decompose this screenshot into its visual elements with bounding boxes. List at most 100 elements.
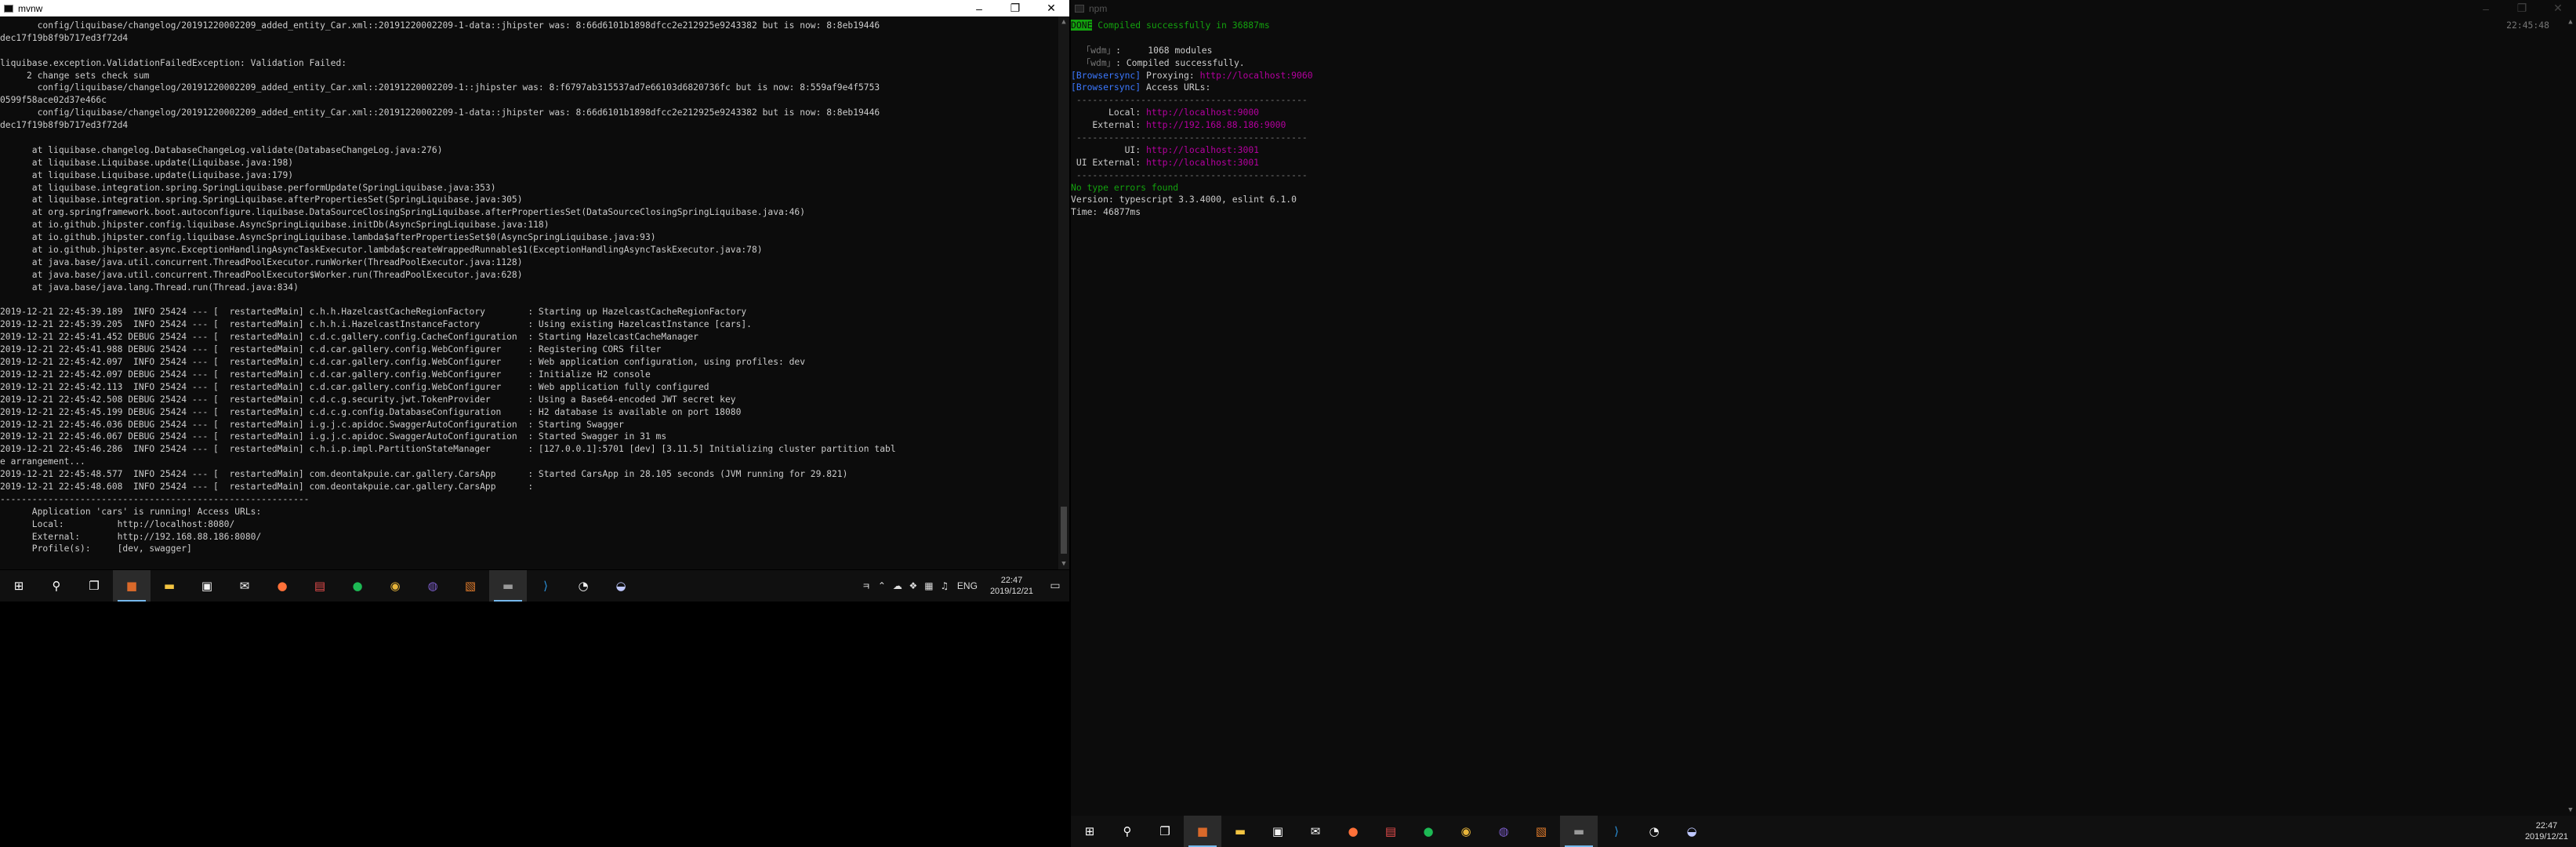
right-terminal-output[interactable]: DONE Compiled successfully in 36887ms 22:…: [1071, 16, 2565, 816]
taskbar-button-store[interactable]: ▣: [1259, 816, 1297, 847]
left-taskbar[interactable]: ⊞ ⚲ ❐ ■ ▬ ▣ ✉ ● ▤ ● ◉ ◍ ▧ ▬ ⟩ ◔ ◒ ㅋ ⌃ ☁ ❖ ▦ ♫ ENG 22:47 2019/…: [0, 570, 1069, 602]
taskbar-button-app-orange[interactable]: ■: [113, 570, 151, 602]
taskbar-button-media-app[interactable]: ◍: [414, 570, 452, 602]
taskbar-button-store[interactable]: ▣: [188, 570, 226, 602]
close-icon[interactable]: ✕: [1033, 0, 1069, 16]
taskbar-button-spotify[interactable]: ●: [339, 570, 376, 602]
media-app-icon: ◍: [427, 579, 438, 593]
scroll-up-icon[interactable]: ▲: [2565, 16, 2576, 27]
cloud-icon[interactable]: ☁: [890, 580, 905, 591]
window-title: npm: [1089, 2, 1108, 14]
taskbar-button-task-view[interactable]: ❐: [1146, 816, 1184, 847]
terminal-line: 2019-12-21 22:45:41.452 DEBUG 25424 --- …: [0, 332, 698, 343]
right-scrollbar[interactable]: ▲ ▼: [2565, 16, 2576, 816]
taskbar-button-chrome[interactable]: ◉: [376, 570, 414, 602]
taskbar-button-mail[interactable]: ✉: [226, 570, 263, 602]
taskbar-button-firefox[interactable]: ●: [263, 570, 301, 602]
terminal-line: 2019-12-21 22:45:48.608 INFO 25424 --- […: [0, 481, 534, 492]
taskbar-button-firefox[interactable]: ●: [1334, 816, 1372, 847]
terminal-line: liquibase.exception.ValidationFailedExce…: [0, 57, 347, 68]
left-scrollbar[interactable]: ▲ ▼: [1058, 16, 1069, 569]
terminal-line: Profile(s): [dev, swagger]: [0, 543, 192, 554]
terminal-line: External: http://192.168.88.186:9000: [1071, 119, 2565, 132]
right-taskbar[interactable]: ⊞ ⚲ ❐ ■ ▬ ▣ ✉ ● ▤ ● ◉ ◍ ▧ ▬ ⟩ ◔ ◒ 22:47 2019/12/21: [1071, 816, 2576, 847]
restore-icon[interactable]: ❐: [2504, 0, 2540, 16]
terminal-line: 2019-12-21 22:45:39.189 INFO 25424 --- […: [0, 307, 747, 318]
mail-icon: ✉: [239, 579, 250, 593]
taskbar-button-task-view[interactable]: ❐: [75, 570, 113, 602]
terminal-line: at liquibase.Liquibase.update(Liquibase.…: [0, 157, 294, 168]
taskbar-button-mail[interactable]: ✉: [1297, 816, 1334, 847]
notification-icon[interactable]: ▭: [1041, 580, 1069, 592]
taskbar-button-game-app[interactable]: ◔: [564, 570, 602, 602]
scroll-thumb[interactable]: [1061, 507, 1067, 554]
taskbar-clock[interactable]: 22:47 2019/12/21: [982, 575, 1041, 597]
taskbar-button-start[interactable]: ⊞: [0, 570, 38, 602]
taskbar-button-file-explorer[interactable]: ▬: [151, 570, 188, 602]
scroll-down-icon[interactable]: ▼: [2565, 805, 2576, 816]
taskbar-button-start[interactable]: ⊞: [1071, 816, 1108, 847]
system-tray[interactable]: ㅋ ⌃ ☁ ❖ ▦ ♫ ENG 22:47 2019/12/21 ▭: [858, 570, 1069, 602]
taskbar-button-vscode[interactable]: ⟩: [1598, 816, 1635, 847]
terminal-text: http://localhost:9060: [1199, 69, 1313, 81]
taskbar-button-vscode[interactable]: ⟩: [527, 570, 564, 602]
left-terminal-output[interactable]: config/liquibase/changelog/2019122000220…: [0, 16, 1058, 569]
taskbar-button-app-orange[interactable]: ■: [1184, 816, 1221, 847]
left-titlebar[interactable]: mvnw – ❐ ✕: [0, 0, 1069, 16]
terminal-line: UI: http://localhost:3001: [1071, 144, 2565, 157]
terminal-line: at io.github.jhipster.config.liquibase.A…: [0, 220, 550, 231]
taskbar-button-search[interactable]: ⚲: [1108, 816, 1146, 847]
game-app-icon: ◔: [578, 579, 589, 593]
terminal-line: at io.github.jhipster.config.liquibase.A…: [0, 232, 656, 243]
dropbox-icon[interactable]: ❖: [905, 580, 921, 591]
terminal-line: dec17f19b8f9b717ed3f72d4: [0, 120, 129, 131]
taskbar-button-spotify[interactable]: ●: [1410, 816, 1447, 847]
taskbar-button-chrome[interactable]: ◉: [1447, 816, 1485, 847]
taskbar-button-file-explorer[interactable]: ▬: [1221, 816, 1259, 847]
minimize-icon[interactable]: –: [961, 0, 997, 16]
taskbar-button-terminal[interactable]: ▬: [489, 570, 527, 602]
taskbar-button-app-cloud[interactable]: ◒: [1673, 816, 1711, 847]
terminal-line: 2 change sets check sum: [0, 70, 150, 81]
network-icon[interactable]: ▦: [921, 580, 937, 591]
ime-icon[interactable]: ㅋ: [858, 580, 874, 593]
start-icon: ⊞: [1084, 824, 1095, 838]
terminal-line: at liquibase.integration.spring.SpringLi…: [0, 182, 496, 193]
system-tray[interactable]: 22:47 2019/12/21: [2517, 816, 2576, 847]
volume-icon[interactable]: ♫: [937, 580, 952, 591]
terminal-text: UI External:: [1071, 156, 1147, 168]
right-titlebar[interactable]: npm – ❐ ✕: [1071, 0, 2576, 16]
taskbar-button-app-box[interactable]: ▧: [452, 570, 489, 602]
restore-icon[interactable]: ❐: [997, 0, 1033, 16]
terminal-line: 2019-12-21 22:45:46.067 DEBUG 25424 --- …: [0, 431, 667, 442]
taskbar-button-media-app[interactable]: ◍: [1485, 816, 1522, 847]
terminal-text: ----------------------------------------…: [1071, 169, 1308, 180]
taskbar-clock[interactable]: 22:47 2019/12/21: [2517, 820, 2576, 842]
terminal-icon: [1075, 4, 1084, 13]
terminal-line: ----------------------------------------…: [0, 493, 310, 504]
taskbar-button-gift-app[interactable]: ▤: [1372, 816, 1410, 847]
task-view-icon: ❐: [1159, 824, 1170, 838]
scroll-down-icon[interactable]: ▼: [1058, 558, 1069, 569]
terminal-line: 2019-12-21 22:45:46.286 INFO 25424 --- […: [0, 444, 896, 455]
taskbar-button-gift-app[interactable]: ▤: [301, 570, 339, 602]
close-icon[interactable]: ✕: [2540, 0, 2576, 16]
taskbar-button-app-cloud[interactable]: ◒: [602, 570, 640, 602]
vscode-icon: ⟩: [543, 579, 548, 593]
taskbar-button-app-box[interactable]: ▧: [1522, 816, 1560, 847]
taskbar-button-game-app[interactable]: ◔: [1635, 816, 1673, 847]
language-indicator[interactable]: ENG: [952, 580, 982, 591]
taskbar-button-terminal[interactable]: ▬: [1560, 816, 1598, 847]
terminal-line: 「wdm」: 1068 modules: [1071, 45, 2565, 57]
game-app-icon: ◔: [1649, 824, 1660, 838]
app-orange-icon: ■: [125, 579, 138, 593]
right-terminal-window[interactable]: npm – ❐ ✕ DONE Compiled successfully in …: [1071, 0, 2576, 816]
scroll-up-icon[interactable]: ▲: [1058, 16, 1069, 27]
minimize-icon[interactable]: –: [2468, 0, 2504, 16]
app-orange-icon: ■: [1196, 824, 1209, 838]
terminal-line: External: http://192.168.88.186:8080/: [0, 531, 262, 542]
chevron-up-icon[interactable]: ⌃: [874, 580, 890, 591]
terminal-text: Access URLs:: [1141, 82, 1211, 93]
taskbar-button-search[interactable]: ⚲: [38, 570, 75, 602]
left-terminal-window[interactable]: mvnw – ❐ ✕ config/liquibase/changelog/20…: [0, 0, 1069, 569]
